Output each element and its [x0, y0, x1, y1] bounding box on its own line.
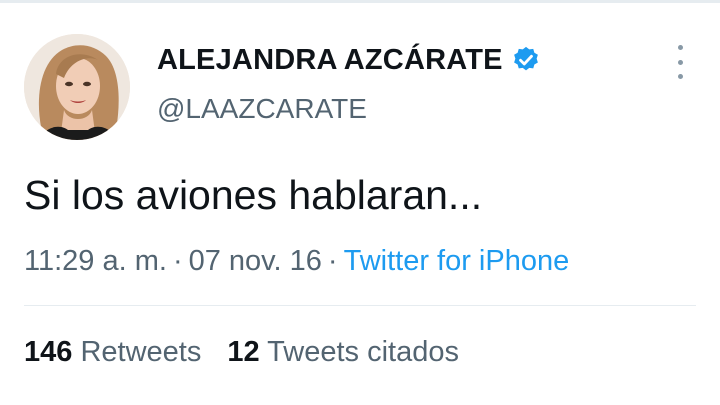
- avatar-image: [24, 34, 130, 140]
- more-vertical-icon[interactable]: [672, 45, 688, 79]
- stats-divider: [24, 305, 696, 306]
- author-name-row: ALEJANDRA AZCÁRATE: [157, 40, 541, 80]
- tweet-date[interactable]: 07 nov. 16: [189, 245, 322, 277]
- tweet-time[interactable]: 11:29 a. m.: [24, 245, 167, 277]
- quotes-count: 12: [227, 336, 260, 368]
- author-handle[interactable]: @LAAZCARATE: [157, 93, 367, 125]
- verified-badge-icon: [511, 45, 541, 75]
- retweets-stat[interactable]: 146 Retweets: [24, 336, 201, 368]
- quotes-label: Tweets citados: [267, 336, 459, 368]
- tweet-meta: 11:29 a. m. · 07 nov. 16 · Twitter for iPhon…: [24, 245, 569, 278]
- quotes-stat[interactable]: 12 Tweets citados: [227, 336, 459, 368]
- tweet-source-link[interactable]: Twitter for iPhone: [344, 245, 570, 277]
- avatar[interactable]: [24, 34, 130, 140]
- meta-separator: ·: [327, 245, 338, 277]
- meta-separator: ·: [172, 245, 183, 277]
- author-name[interactable]: ALEJANDRA AZCÁRATE: [157, 44, 503, 77]
- retweets-count: 146: [24, 336, 73, 368]
- top-divider: [0, 0, 720, 3]
- tweet-stats: 146 Retweets 12 Tweets citados: [24, 336, 459, 369]
- tweet-text: Si los aviones hablaran...: [24, 172, 483, 218]
- retweets-label: Retweets: [80, 336, 202, 368]
